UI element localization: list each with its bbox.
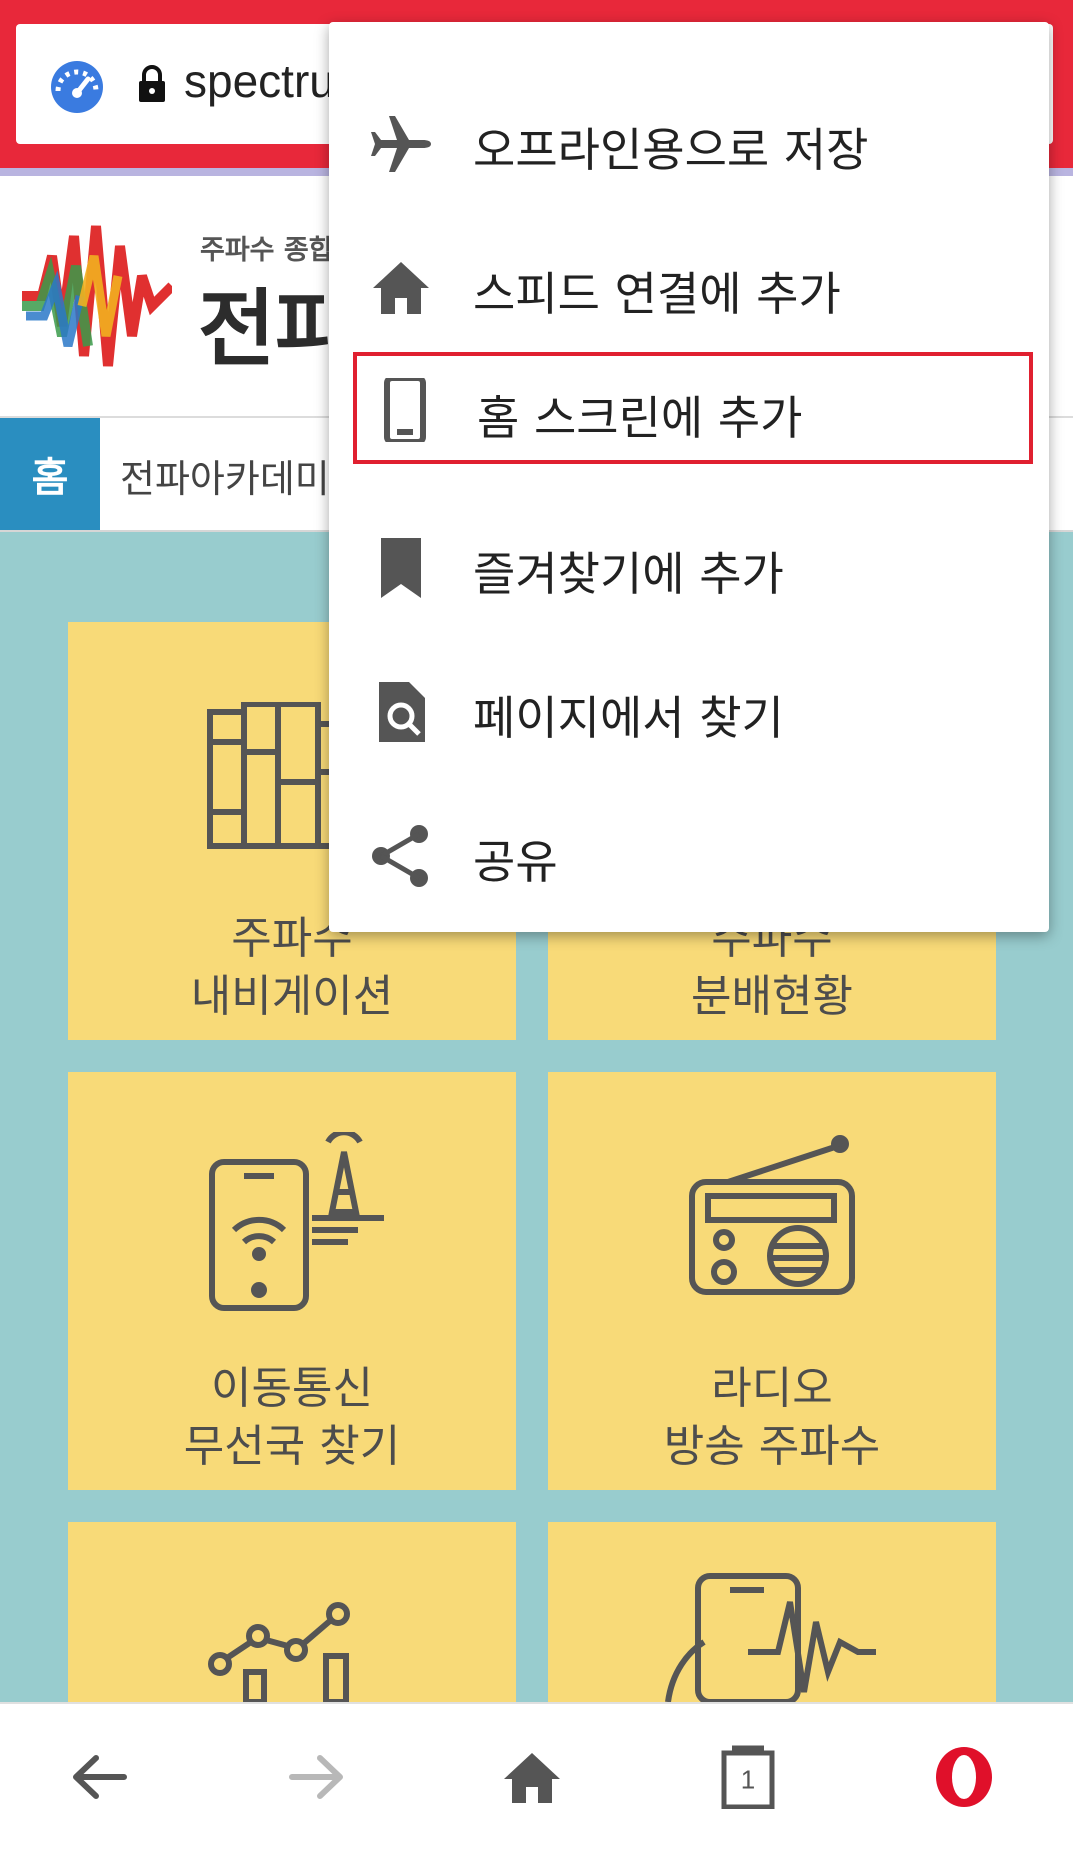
menu-item-add-bookmark[interactable]: 즐겨찾기에 추가 bbox=[329, 492, 1049, 636]
breadcrumb-current[interactable]: 전파아카데미 bbox=[120, 448, 330, 503]
site-logo-icon[interactable] bbox=[22, 216, 172, 376]
menu-item-label: 오프라인용으로 저장 bbox=[473, 123, 869, 177]
arrow-left-icon bbox=[73, 1754, 127, 1799]
chart-icon bbox=[208, 1602, 350, 1702]
find-in-page-icon bbox=[379, 682, 425, 742]
lock-icon bbox=[139, 65, 165, 102]
phone-tower-icon bbox=[209, 1132, 384, 1311]
smartphone-icon bbox=[384, 378, 426, 442]
back-button[interactable] bbox=[40, 1704, 160, 1849]
home-icon bbox=[373, 262, 429, 314]
url-text[interactable]: spectru bbox=[184, 54, 335, 108]
home-icon bbox=[504, 1752, 560, 1803]
tile-mobile-station-search[interactable]: 이동통신 무선국 찾기 bbox=[68, 1072, 516, 1490]
tile-statistics[interactable] bbox=[68, 1522, 516, 1702]
menu-item-save-offline[interactable]: 오프라인용으로 저장 bbox=[329, 68, 1049, 212]
tab-count: 1 bbox=[740, 1764, 756, 1795]
tile-label: 이동통신 무선국 찾기 bbox=[183, 1363, 401, 1472]
menu-item-find-in-page[interactable]: 페이지에서 찾기 bbox=[329, 636, 1049, 780]
tabs-button[interactable]: 1 bbox=[688, 1704, 808, 1849]
tile-label: 라디오 방송 주파수 bbox=[663, 1363, 881, 1472]
menu-item-label: 페이지에서 찾기 bbox=[473, 691, 784, 745]
bottom-navigation: 1 bbox=[0, 1702, 1073, 1849]
menu-item-label: 스피드 연결에 추가 bbox=[473, 267, 841, 321]
menu-item-label: 즐겨찾기에 추가 bbox=[473, 547, 784, 601]
airplane-icon bbox=[371, 116, 431, 172]
menu-item-add-home-screen[interactable]: 홈 스크린에 추가 bbox=[353, 352, 1033, 464]
share-icon bbox=[372, 825, 428, 887]
overflow-menu: 오프라인용으로 저장 스피드 연결에 추가 홈 스크린에 추가 즐겨찾기에 추가… bbox=[329, 22, 1049, 932]
breadcrumb-home-button[interactable]: 홈 bbox=[0, 418, 100, 530]
menu-item-share[interactable]: 공유 bbox=[329, 780, 1049, 924]
radio-icon bbox=[689, 1135, 855, 1295]
menu-item-label: 공유 bbox=[473, 835, 558, 889]
menu-item-label: 홈 스크린에 추가 bbox=[477, 391, 803, 445]
hand-phone-icon bbox=[665, 1573, 876, 1702]
tile-mobile-signal[interactable] bbox=[548, 1522, 996, 1702]
menu-item-add-speed-dial[interactable]: 스피드 연결에 추가 bbox=[329, 212, 1049, 356]
opera-logo-icon bbox=[936, 1746, 992, 1807]
speed-dial-icon[interactable] bbox=[46, 57, 108, 113]
bookmark-icon bbox=[381, 538, 421, 598]
arrow-right-icon bbox=[289, 1754, 343, 1799]
opera-menu-button[interactable] bbox=[904, 1704, 1024, 1849]
forward-button[interactable] bbox=[256, 1704, 376, 1849]
tile-radio-broadcast[interactable]: 라디오 방송 주파수 bbox=[548, 1072, 996, 1490]
home-button[interactable] bbox=[472, 1704, 592, 1849]
